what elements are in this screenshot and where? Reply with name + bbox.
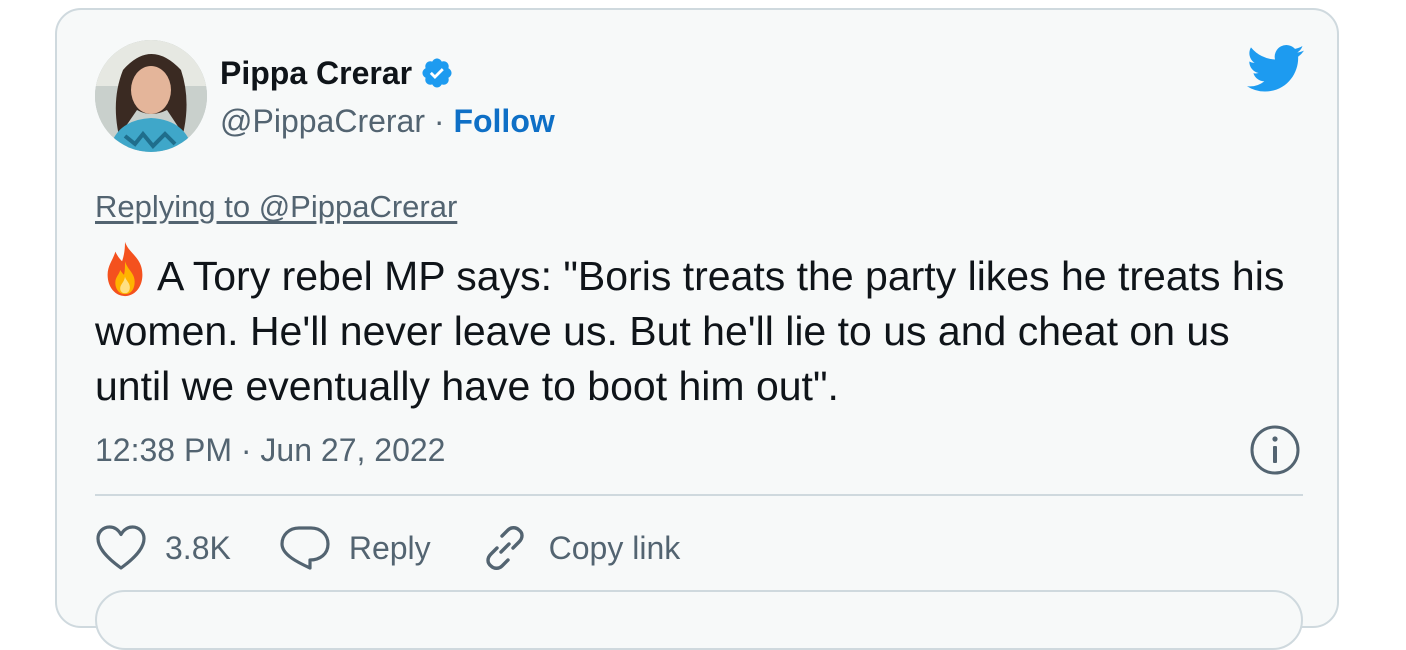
author-handle-row: @PippaCrerar · Follow bbox=[220, 102, 555, 140]
tweet-timestamp[interactable]: 12:38 PM · Jun 27, 2022 bbox=[95, 430, 445, 470]
heart-icon bbox=[96, 525, 146, 570]
replying-to-link[interactable]: Replying to @PippaCrerar bbox=[95, 188, 457, 226]
avatar[interactable] bbox=[95, 40, 207, 152]
verified-badge-icon bbox=[422, 58, 452, 88]
tweet-text: A Tory rebel MP says: "Boris treats the … bbox=[95, 240, 1295, 414]
divider bbox=[95, 494, 1303, 496]
action-bar: 3.8K Reply Copy link bbox=[95, 522, 728, 574]
like-button[interactable]: 3.8K bbox=[95, 524, 231, 572]
reply-button[interactable]: Reply bbox=[279, 524, 431, 572]
twitter-bird-icon[interactable] bbox=[1247, 44, 1305, 94]
read-replies-button[interactable] bbox=[95, 590, 1303, 650]
author-name-row: Pippa Crerar bbox=[220, 54, 454, 92]
link-icon bbox=[485, 526, 524, 570]
author-name[interactable]: Pippa Crerar bbox=[220, 54, 412, 92]
speech-bubble-icon bbox=[280, 526, 330, 570]
reply-label: Reply bbox=[348, 529, 431, 566]
info-icon[interactable] bbox=[1249, 424, 1301, 476]
copy-link-label: Copy link bbox=[548, 529, 681, 566]
likes-count: 3.8K bbox=[165, 529, 231, 566]
author-handle[interactable]: @PippaCrerar bbox=[220, 103, 425, 139]
tweet-card[interactable]: Pippa Crerar @PippaCrerar · Follow Reply… bbox=[55, 8, 1339, 650]
handle-separator: · bbox=[433, 103, 445, 139]
follow-button[interactable]: Follow bbox=[453, 103, 554, 139]
fire-emoji-icon bbox=[107, 241, 143, 297]
tweet-body: A Tory rebel MP says: "Boris treats the … bbox=[95, 253, 1285, 409]
copy-link-button[interactable]: Copy link bbox=[479, 522, 681, 574]
